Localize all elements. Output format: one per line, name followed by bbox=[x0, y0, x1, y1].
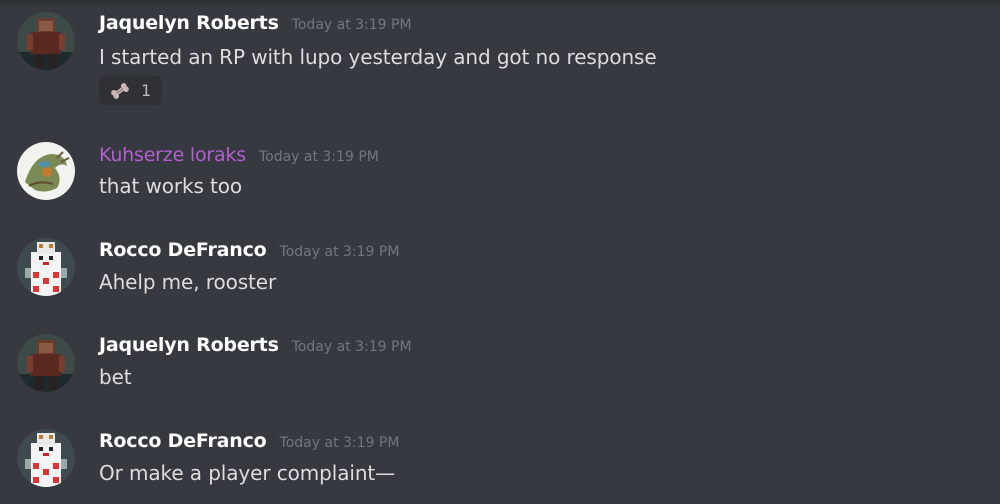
reaction-count: 1 bbox=[141, 81, 152, 100]
timestamp: Today at 3:19 PM bbox=[258, 149, 379, 165]
avatar[interactable] bbox=[17, 142, 75, 200]
message-header: Jaquelyn Roberts Today at 3:19 PM bbox=[99, 12, 412, 40]
username[interactable]: Rocco DeFranco bbox=[99, 430, 267, 452]
avatar-image-icon bbox=[17, 142, 75, 200]
bone-emoji-icon bbox=[111, 82, 129, 99]
timestamp: Today at 3:19 PM bbox=[279, 435, 400, 451]
username[interactable]: Kuhserze loraks bbox=[99, 144, 246, 166]
username[interactable]: Jaquelyn Roberts bbox=[99, 12, 279, 34]
chat-messages: Jaquelyn Roberts Today at 3:19 PM I star… bbox=[0, 0, 1000, 504]
username[interactable]: Rocco DeFranco bbox=[99, 239, 267, 261]
message-header: Rocco DeFranco Today at 3:19 PM bbox=[99, 239, 399, 267]
avatar-image-icon bbox=[17, 429, 75, 487]
message-text: Or make a player complaint— bbox=[99, 461, 396, 485]
avatar[interactable] bbox=[17, 238, 75, 296]
avatar[interactable] bbox=[17, 334, 75, 392]
message-text: that works too bbox=[99, 174, 243, 198]
message-header: Rocco DeFranco Today at 3:19 PM bbox=[99, 430, 399, 458]
timestamp: Today at 3:19 PM bbox=[291, 17, 412, 33]
avatar-image-icon bbox=[17, 334, 75, 392]
message-text: Ahelp me, rooster bbox=[99, 270, 277, 294]
avatar[interactable] bbox=[17, 12, 75, 70]
message-text: bet bbox=[99, 365, 132, 389]
timestamp: Today at 3:19 PM bbox=[279, 244, 400, 260]
divider bbox=[0, 0, 1000, 4]
message-header: Jaquelyn Roberts Today at 3:19 PM bbox=[99, 334, 412, 362]
message-text: I started an RP with lupo yesterday and … bbox=[99, 45, 657, 69]
reaction-button[interactable]: 1 bbox=[99, 76, 162, 105]
avatar[interactable] bbox=[17, 429, 75, 487]
timestamp: Today at 3:19 PM bbox=[291, 339, 412, 355]
avatar-image-icon bbox=[17, 12, 75, 70]
avatar-image-icon bbox=[17, 238, 75, 296]
message-header: Kuhserze loraks Today at 3:19 PM bbox=[99, 144, 379, 172]
username[interactable]: Jaquelyn Roberts bbox=[99, 334, 279, 356]
